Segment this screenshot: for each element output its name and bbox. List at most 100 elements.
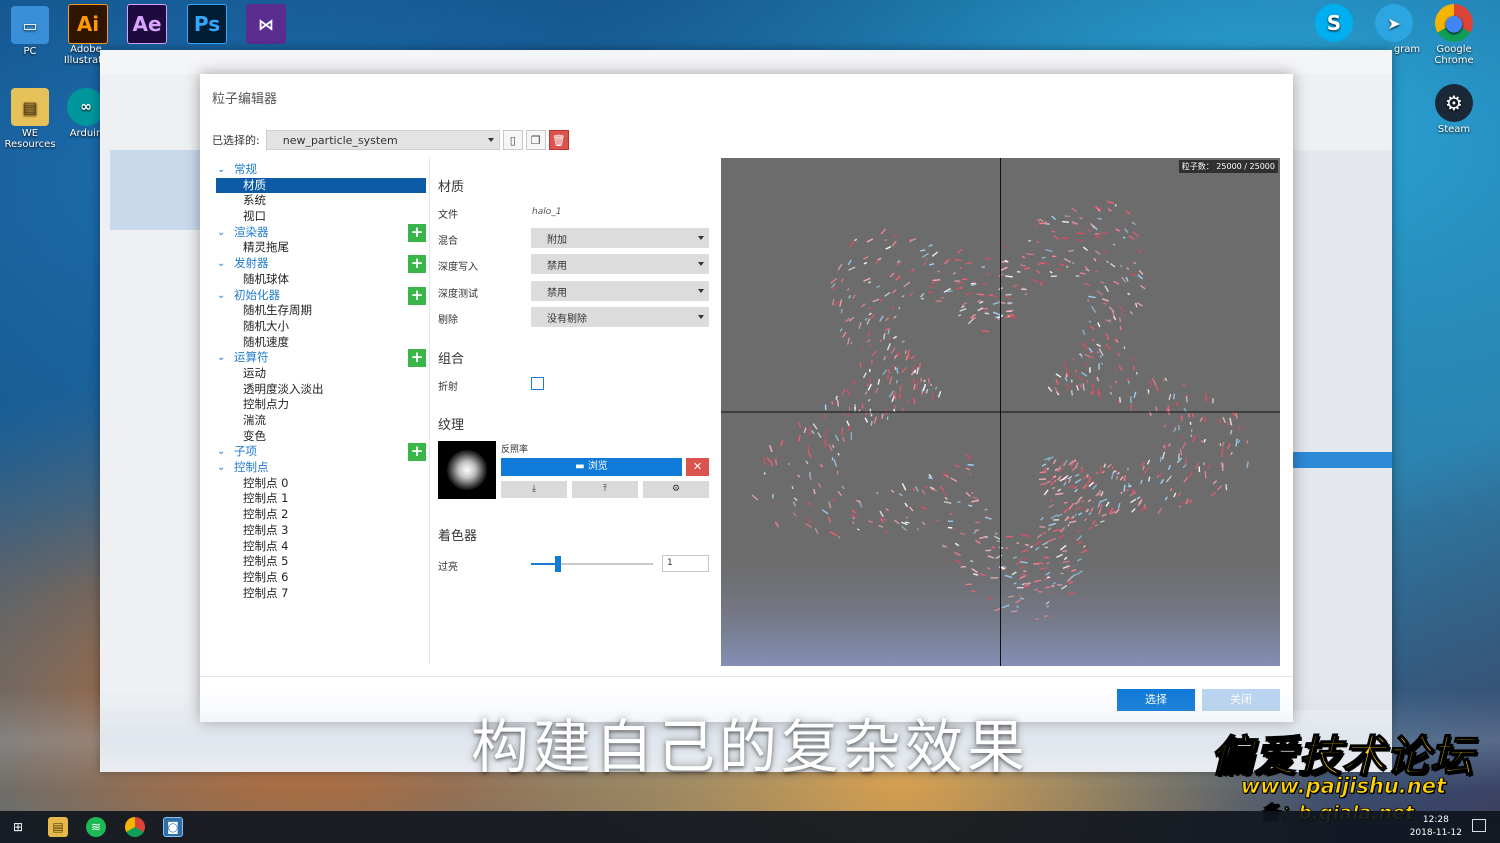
spotify-icon[interactable]: ≋ (86, 817, 106, 837)
tree-item[interactable]: 随机速度 (216, 335, 426, 351)
chevron-down-icon[interactable]: ⌄ (217, 444, 225, 460)
add-component-button[interactable]: + (408, 223, 426, 242)
visual-studio-app-icon[interactable]: ⋈ (246, 4, 286, 44)
tree-item[interactable]: 湍流 (216, 413, 426, 429)
desktop-icon-chrome[interactable]: ● Google Chrome (1424, 4, 1484, 66)
refract-checkbox[interactable] (531, 377, 544, 390)
particle-count-label: 粒子数： 25000 / 25000 (1178, 160, 1278, 173)
particle-streak (1074, 488, 1078, 493)
texture-thumbnail[interactable] (438, 441, 496, 499)
tree-group[interactable]: ⌄ 渲染器 + (216, 223, 426, 242)
tree-item[interactable]: 精灵拖尾 (216, 240, 426, 256)
notification-icon[interactable] (1472, 819, 1486, 832)
chevron-down-icon[interactable]: ⌄ (217, 460, 225, 476)
particle-streak (876, 285, 881, 288)
tree-item[interactable]: 控制点 6 (216, 570, 426, 586)
depth-write-dropdown[interactable]: 禁用 (531, 254, 709, 274)
tree-item[interactable]: 控制点 2 (216, 507, 426, 523)
tree-group[interactable]: ⌄ 初始化器 + (216, 286, 426, 305)
particle-streak (949, 512, 953, 515)
chevron-down-icon[interactable]: ⌄ (217, 288, 225, 304)
desktop-icon-we-resources[interactable]: ▤ WE Resources (0, 88, 60, 150)
particle-streak (909, 291, 914, 297)
chrome-taskbar-icon[interactable] (125, 817, 145, 837)
overbright-slider[interactable] (531, 556, 653, 572)
particle-preview-viewport[interactable]: 粒子数： 25000 / 25000 (721, 158, 1280, 666)
illustrator-app-icon[interactable]: Ai (68, 4, 108, 44)
after-effects-app-icon[interactable]: Ae (127, 4, 167, 44)
file-explorer-icon[interactable]: ▤ (48, 817, 68, 837)
add-component-button[interactable]: + (408, 255, 426, 274)
desktop-icon-telegram[interactable]: ➤ gram (1364, 4, 1424, 55)
add-component-button[interactable]: + (408, 443, 426, 462)
tree-item[interactable]: 控制点力 (216, 397, 426, 413)
particle-streak (887, 329, 890, 335)
windows-start-icon[interactable]: ⊞ (8, 817, 28, 837)
chevron-down-icon[interactable]: ⌄ (217, 256, 225, 272)
tree-item[interactable]: 控制点 0 (216, 476, 426, 492)
copy-button[interactable]: ❐ (525, 130, 546, 150)
particle-streak (1071, 261, 1075, 265)
tree-item[interactable]: 透明度淡入淡出 (216, 382, 426, 398)
particle-streak (831, 444, 835, 449)
import-texture-button[interactable]: ⤓ (501, 481, 567, 498)
tree-item[interactable]: 控制点 7 (216, 586, 426, 602)
tree-item[interactable]: 随机大小 (216, 319, 426, 335)
delete-button[interactable]: 🗑 (548, 130, 569, 150)
chevron-down-icon[interactable]: ⌄ (217, 162, 225, 178)
particle-streak (937, 391, 942, 398)
particle-streak (1100, 362, 1104, 366)
particle-streak (889, 376, 893, 385)
particle-streak (931, 281, 938, 284)
export-texture-button[interactable]: ⤒ (572, 481, 638, 498)
taskbar-clock[interactable]: 12:28 2018-11-12 (1410, 814, 1462, 840)
tree-item[interactable]: 变色 (216, 429, 426, 445)
tree-item[interactable]: 随机球体 (216, 272, 426, 288)
chevron-down-icon[interactable]: ⌄ (217, 350, 225, 366)
particle-streak (995, 532, 998, 535)
photoshop-app-icon[interactable]: Ps (187, 4, 227, 44)
tree-item[interactable]: 控制点 1 (216, 491, 426, 507)
browse-button[interactable]: ▬ 浏览 (501, 458, 682, 476)
add-component-button[interactable]: + (408, 349, 426, 368)
tree-group[interactable]: ⌄ 控制点 (216, 460, 426, 476)
tree-group[interactable]: ⌄ 常规 (216, 162, 426, 178)
particle-streak (1071, 465, 1079, 472)
tree-item[interactable]: 控制点 3 (216, 523, 426, 539)
tree-group[interactable]: ⌄ 子项 + (216, 443, 426, 462)
new-file-button[interactable]: ▯ (502, 130, 523, 150)
tree-item[interactable]: 运动 (216, 366, 426, 382)
chevron-down-icon[interactable]: ⌄ (217, 225, 225, 241)
particle-streak (1100, 504, 1103, 508)
texture-settings-button[interactable]: ⚙ (643, 481, 709, 498)
desktop-icon-pc[interactable]: ▭ PC (0, 6, 60, 57)
tree-group[interactable]: ⌄ 发射器 + (216, 255, 426, 274)
combine-section-title: 组合 (438, 352, 465, 367)
clear-texture-button[interactable]: ✕ (686, 458, 709, 476)
tree-item[interactable]: 视口 (216, 209, 426, 225)
desktop-icon-skype[interactable]: S (1304, 4, 1364, 44)
tree-item[interactable]: 控制点 5 (216, 554, 426, 570)
overbright-slider-thumb[interactable] (554, 556, 561, 572)
particle-streak (1046, 467, 1050, 471)
depth-test-dropdown[interactable]: 禁用 (531, 281, 709, 301)
tree-item[interactable]: 材质 (216, 177, 426, 194)
particle-system-select[interactable]: new_particle_system (265, 130, 500, 150)
tree-item[interactable]: 随机生存周期 (216, 303, 426, 319)
particle-streak (896, 259, 901, 264)
particle-streak (1167, 443, 1171, 447)
cull-dropdown[interactable]: 没有剔除 (531, 307, 709, 327)
particle-streak (1005, 316, 1010, 319)
particle-streak (1048, 522, 1056, 527)
tree-item[interactable]: 系统 (216, 193, 426, 209)
particle-streak (1105, 318, 1110, 323)
particle-streak (1091, 520, 1096, 525)
tree-item[interactable]: 控制点 4 (216, 539, 426, 555)
blend-dropdown[interactable]: 附加 (531, 228, 709, 248)
particle-streak (1119, 396, 1122, 403)
wallpaper-engine-taskbar-icon[interactable]: ◙ (163, 817, 183, 837)
tree-group[interactable]: ⌄ 运算符 + (216, 349, 426, 368)
overbright-input[interactable]: 1 (662, 555, 709, 572)
add-component-button[interactable]: + (408, 286, 426, 305)
desktop-icon-steam[interactable]: ⚙ Steam (1424, 84, 1484, 135)
